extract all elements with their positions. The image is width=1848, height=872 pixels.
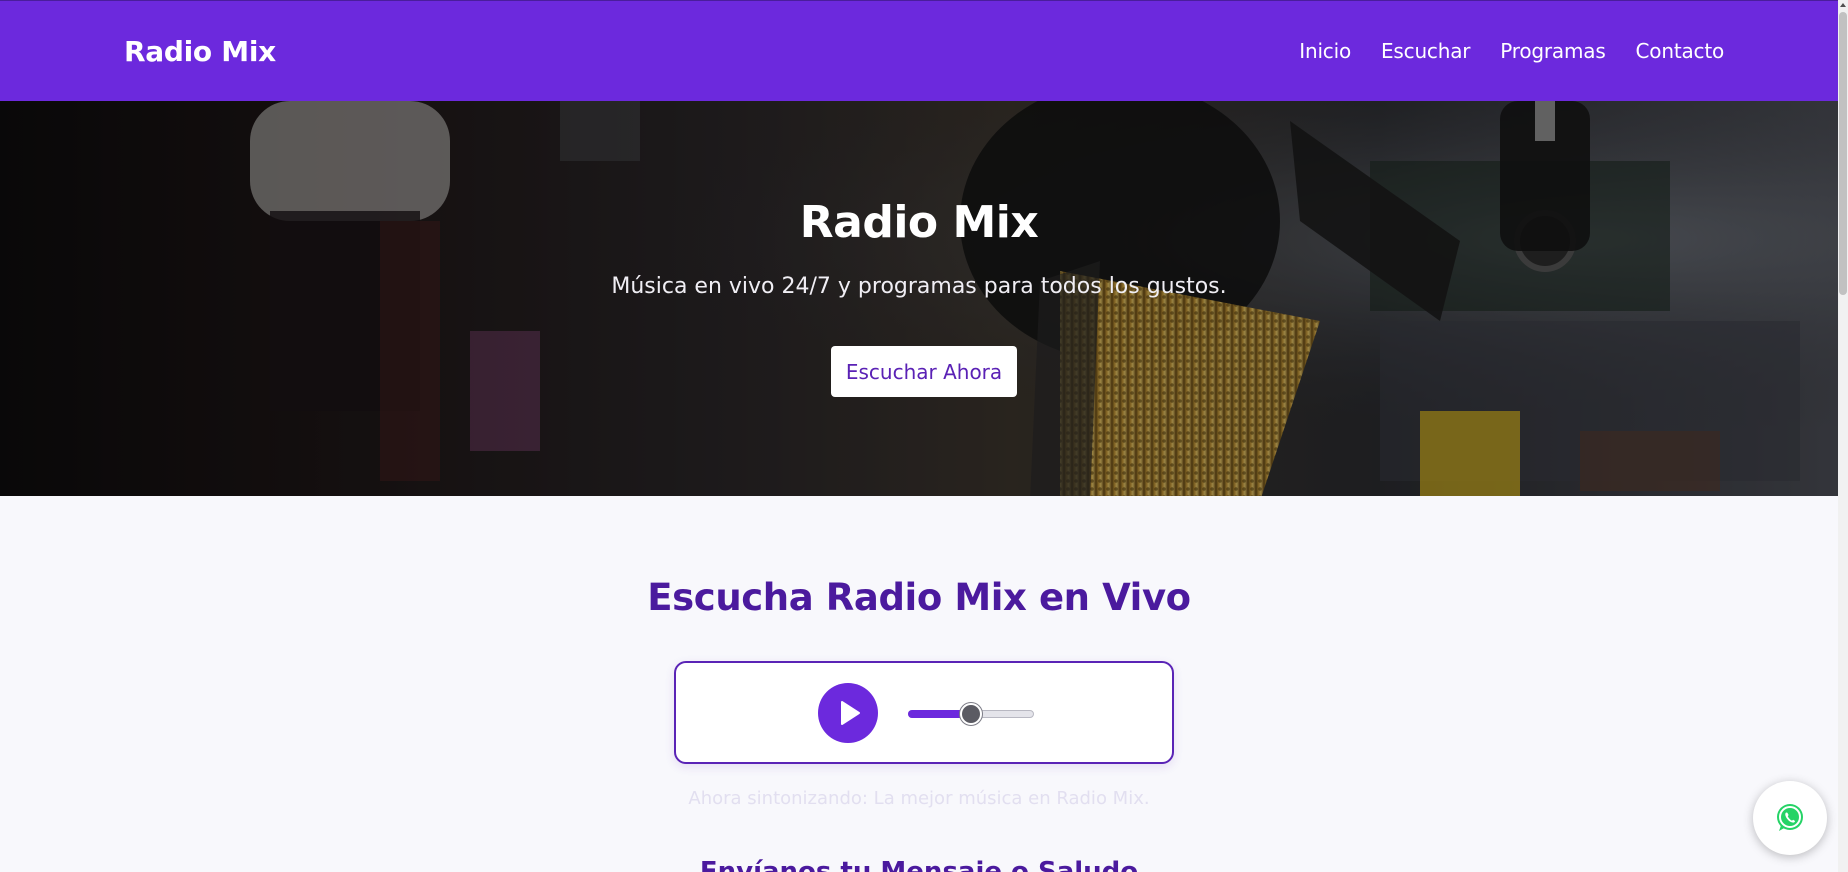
message-section-title: Envíanos tu Mensaje o Saludo	[699, 857, 1139, 872]
hero-subtitle: Música en vivo 24/7 y programas para tod…	[611, 274, 1227, 299]
navbar: Radio Mix Inicio Escuchar Programas Cont…	[0, 0, 1838, 101]
whatsapp-icon	[1777, 804, 1803, 831]
listen-now-button[interactable]: Escuchar Ahora	[831, 346, 1017, 397]
hero-section: Radio Mix Música en vivo 24/7 y programa…	[0, 101, 1838, 496]
volume-thumb[interactable]	[960, 703, 982, 725]
page: Radio Mix Inicio Escuchar Programas Cont…	[0, 0, 1848, 872]
play-icon	[841, 701, 860, 725]
whatsapp-button[interactable]	[1753, 781, 1827, 855]
nav-link-programas[interactable]: Programas	[1500, 39, 1605, 63]
scrollbar-thumb[interactable]	[1839, 12, 1847, 295]
nav-link-escuchar[interactable]: Escuchar	[1381, 39, 1470, 63]
brand-logo-link[interactable]: Radio Mix	[124, 35, 276, 68]
play-button[interactable]	[818, 683, 878, 743]
page-scrollbar[interactable]	[1838, 0, 1848, 872]
hero-title: Radio Mix	[799, 197, 1039, 248]
volume-slider[interactable]	[908, 703, 1034, 725]
scroll-up-arrow-icon[interactable]	[1838, 0, 1848, 10]
nav-link-inicio[interactable]: Inicio	[1299, 39, 1351, 63]
nav-link-contacto[interactable]: Contacto	[1636, 39, 1725, 63]
listen-section-title: Escucha Radio Mix en Vivo	[647, 576, 1191, 619]
audio-player	[674, 661, 1174, 764]
now-playing-text: Ahora sintonizando: La mejor música en R…	[688, 788, 1150, 809]
hero-content: Radio Mix Música en vivo 24/7 y programa…	[0, 101, 1838, 496]
nav-links: Inicio Escuchar Programas Contacto	[1299, 39, 1724, 63]
